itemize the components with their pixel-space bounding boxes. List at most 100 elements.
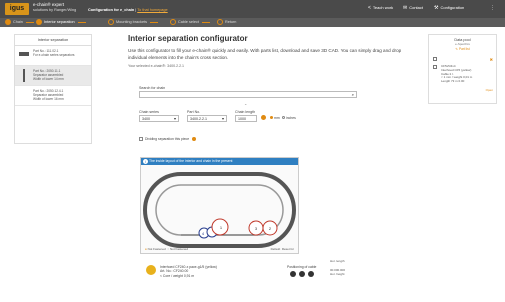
share-icon: < <box>368 5 371 11</box>
panel-title: Interior separation <box>15 35 91 46</box>
move-right-button[interactable] <box>308 271 314 277</box>
search-label: Search for chain <box>139 86 166 90</box>
main-content: Interior separation configurator Use thi… <box>128 34 418 68</box>
dimension-label: Hor. height <box>330 272 345 276</box>
chain-cross-section[interactable]: 4 1 3 2 <box>141 166 298 254</box>
step-active-icon <box>36 19 42 25</box>
step-label: Chain <box>13 20 23 24</box>
list-item[interactable]: Part No.: 111.02.1 For e-chain series se… <box>15 46 91 66</box>
search-icon: ⌕ <box>351 92 354 97</box>
positioning-label: Positioning of cable <box>287 265 317 269</box>
part-select[interactable]: 3400.2.2.1 ▾ <box>187 115 227 122</box>
length-value: 1000 <box>238 117 246 121</box>
default-button[interactable]: Default <box>271 247 281 251</box>
nav-label: Teach work <box>372 5 394 10</box>
step-label: Return <box>225 20 237 24</box>
legend-marker-icon: ● <box>145 247 147 251</box>
item-line: Width of lower 16 mm <box>33 97 64 101</box>
pool-item[interactable]: CF5x5/4x4 Interhoed CF5 (yellow) Cable:1… <box>441 64 472 84</box>
page-title: Interior separation configurator <box>128 34 248 43</box>
item-line: For e-chain series separators <box>33 53 75 57</box>
selected-cable-info: Interhoed CF240-x pace-g1/5 (yellow) Art… <box>160 265 217 278</box>
radio-unchecked-icon <box>282 116 285 119</box>
series-label: Chain series <box>139 110 159 114</box>
panel-subtitle: e-Specifics <box>455 42 470 46</box>
checkbox-icon[interactable] <box>433 57 437 61</box>
nav-label: Configuration <box>440 5 465 10</box>
search-input[interactable]: ⌕ <box>139 91 357 98</box>
legend-label: Not Fastened <box>170 247 189 251</box>
radio-label: mm <box>274 116 280 120</box>
divider-option[interactable]: Dividing separation this piece <box>139 137 197 142</box>
data-pool-panel: Data pool e-Specifics ✎ Part list ✖ CF5x… <box>428 34 497 104</box>
diagram-info-bar: i The inside layout of the interior and … <box>141 158 298 165</box>
radio-checked-icon <box>270 116 273 119</box>
part-list-button[interactable]: ✎ Part list <box>429 47 496 51</box>
more-menu-button[interactable]: ⋮ <box>490 5 497 11</box>
cable-product-icon <box>146 265 156 275</box>
checkbox-icon <box>139 137 143 142</box>
breadcrumb: Configuration for e_chain | To that home… <box>88 8 168 12</box>
radio-label: inches <box>286 116 296 120</box>
checkbox-icon[interactable] <box>433 65 437 69</box>
more-icon: ⋮ <box>490 5 495 11</box>
app-subtitle: solutions by Ranger/Wing <box>33 8 77 12</box>
nav-label: Contact <box>409 5 423 10</box>
step-chain[interactable]: Chain <box>5 19 37 26</box>
step-pending-icon <box>217 19 223 25</box>
step-pending-icon <box>108 19 114 25</box>
move-center-button[interactable] <box>299 271 305 277</box>
nav-teach-work[interactable]: < Teach work <box>368 5 393 11</box>
step-done-icon <box>5 19 11 25</box>
dimension-readout: Hor. length 00.000.000 Hor. height <box>330 259 345 276</box>
step-progress-bar: Chain Interior separation Mounting brack… <box>0 18 505 27</box>
dimension-label: Hor. length <box>330 259 345 263</box>
step-pending-icon <box>170 19 176 25</box>
step-return[interactable]: Return <box>217 19 236 26</box>
legend-marker-icon: ○ <box>167 247 170 251</box>
selected-chain-note: Your selected e-chain®: 3400.2.2.1 <box>128 64 185 68</box>
series-select[interactable]: 3400 ▾ <box>139 115 179 122</box>
top-header: igus e-chain® expert solutions by Ranger… <box>0 0 505 18</box>
diagram-info-text: The inside layout of the interior and ch… <box>149 159 233 163</box>
legend-label: Not Fastened <box>147 247 166 251</box>
step-label: Mounting brackets <box>116 20 148 24</box>
legend: ● Not Fastened ○ Not Fastened <box>145 247 188 251</box>
item-line: Width of lower 14 mm <box>33 77 64 81</box>
nav-contact[interactable]: ✉ Contact <box>403 5 423 11</box>
igus-logo[interactable]: igus <box>5 3 29 15</box>
interior-separation-panel: Interior separation Part No.: 111.02.1 F… <box>14 34 92 144</box>
length-input[interactable]: 1000 <box>235 115 257 122</box>
page-description: Use this configurator to fill your e-cha… <box>128 48 402 60</box>
wrench-icon: ⚒ <box>434 5 439 11</box>
breadcrumb-home-link[interactable]: To that homepage <box>137 8 167 12</box>
app-name: e-chain® expert <box>33 2 65 7</box>
separator-thumbnail <box>19 52 29 56</box>
step-cable-select[interactable]: Cable select <box>170 19 213 26</box>
panel-title: Data pool <box>454 38 471 42</box>
info-icon[interactable] <box>261 115 266 120</box>
list-item[interactable]: Part No.: 2050.11.1 Separator assembled … <box>15 66 91 86</box>
nav-configuration[interactable]: ⚒ Configuration <box>434 5 464 11</box>
part-value: 3400.2.2.1 <box>190 117 207 121</box>
info-icon: i <box>143 159 148 164</box>
chevron-down-icon: ▾ <box>173 116 176 121</box>
step-mounting-brackets[interactable]: Mounting brackets <box>108 19 161 26</box>
list-item[interactable]: Part No.: 2050.12.4.1 Separator assemble… <box>15 86 91 106</box>
diagram-actions: Default Reset for <box>271 247 294 251</box>
step-interior-separation[interactable]: Interior separation <box>36 19 89 26</box>
length-label: Chain length <box>235 110 256 114</box>
step-label: Interior separation <box>44 20 75 24</box>
cross-section-diagram: i The inside layout of the interior and … <box>140 157 299 254</box>
unit-mm-radio[interactable]: mm <box>270 116 280 120</box>
open-item-link[interactable]: Open <box>486 88 493 92</box>
move-left-button[interactable] <box>290 271 296 277</box>
separator-thumbnail <box>23 69 25 82</box>
chevron-down-icon: ⌄ <box>244 101 248 106</box>
item-line: Length 73 m 0.00 <box>441 79 465 84</box>
unit-inch-radio[interactable]: inches <box>282 116 296 120</box>
mail-icon: ✉ <box>403 5 408 11</box>
part-label: Part No. <box>187 110 201 114</box>
reset-button[interactable]: Reset for <box>282 247 294 251</box>
delete-icon[interactable]: ✖ <box>490 57 493 62</box>
